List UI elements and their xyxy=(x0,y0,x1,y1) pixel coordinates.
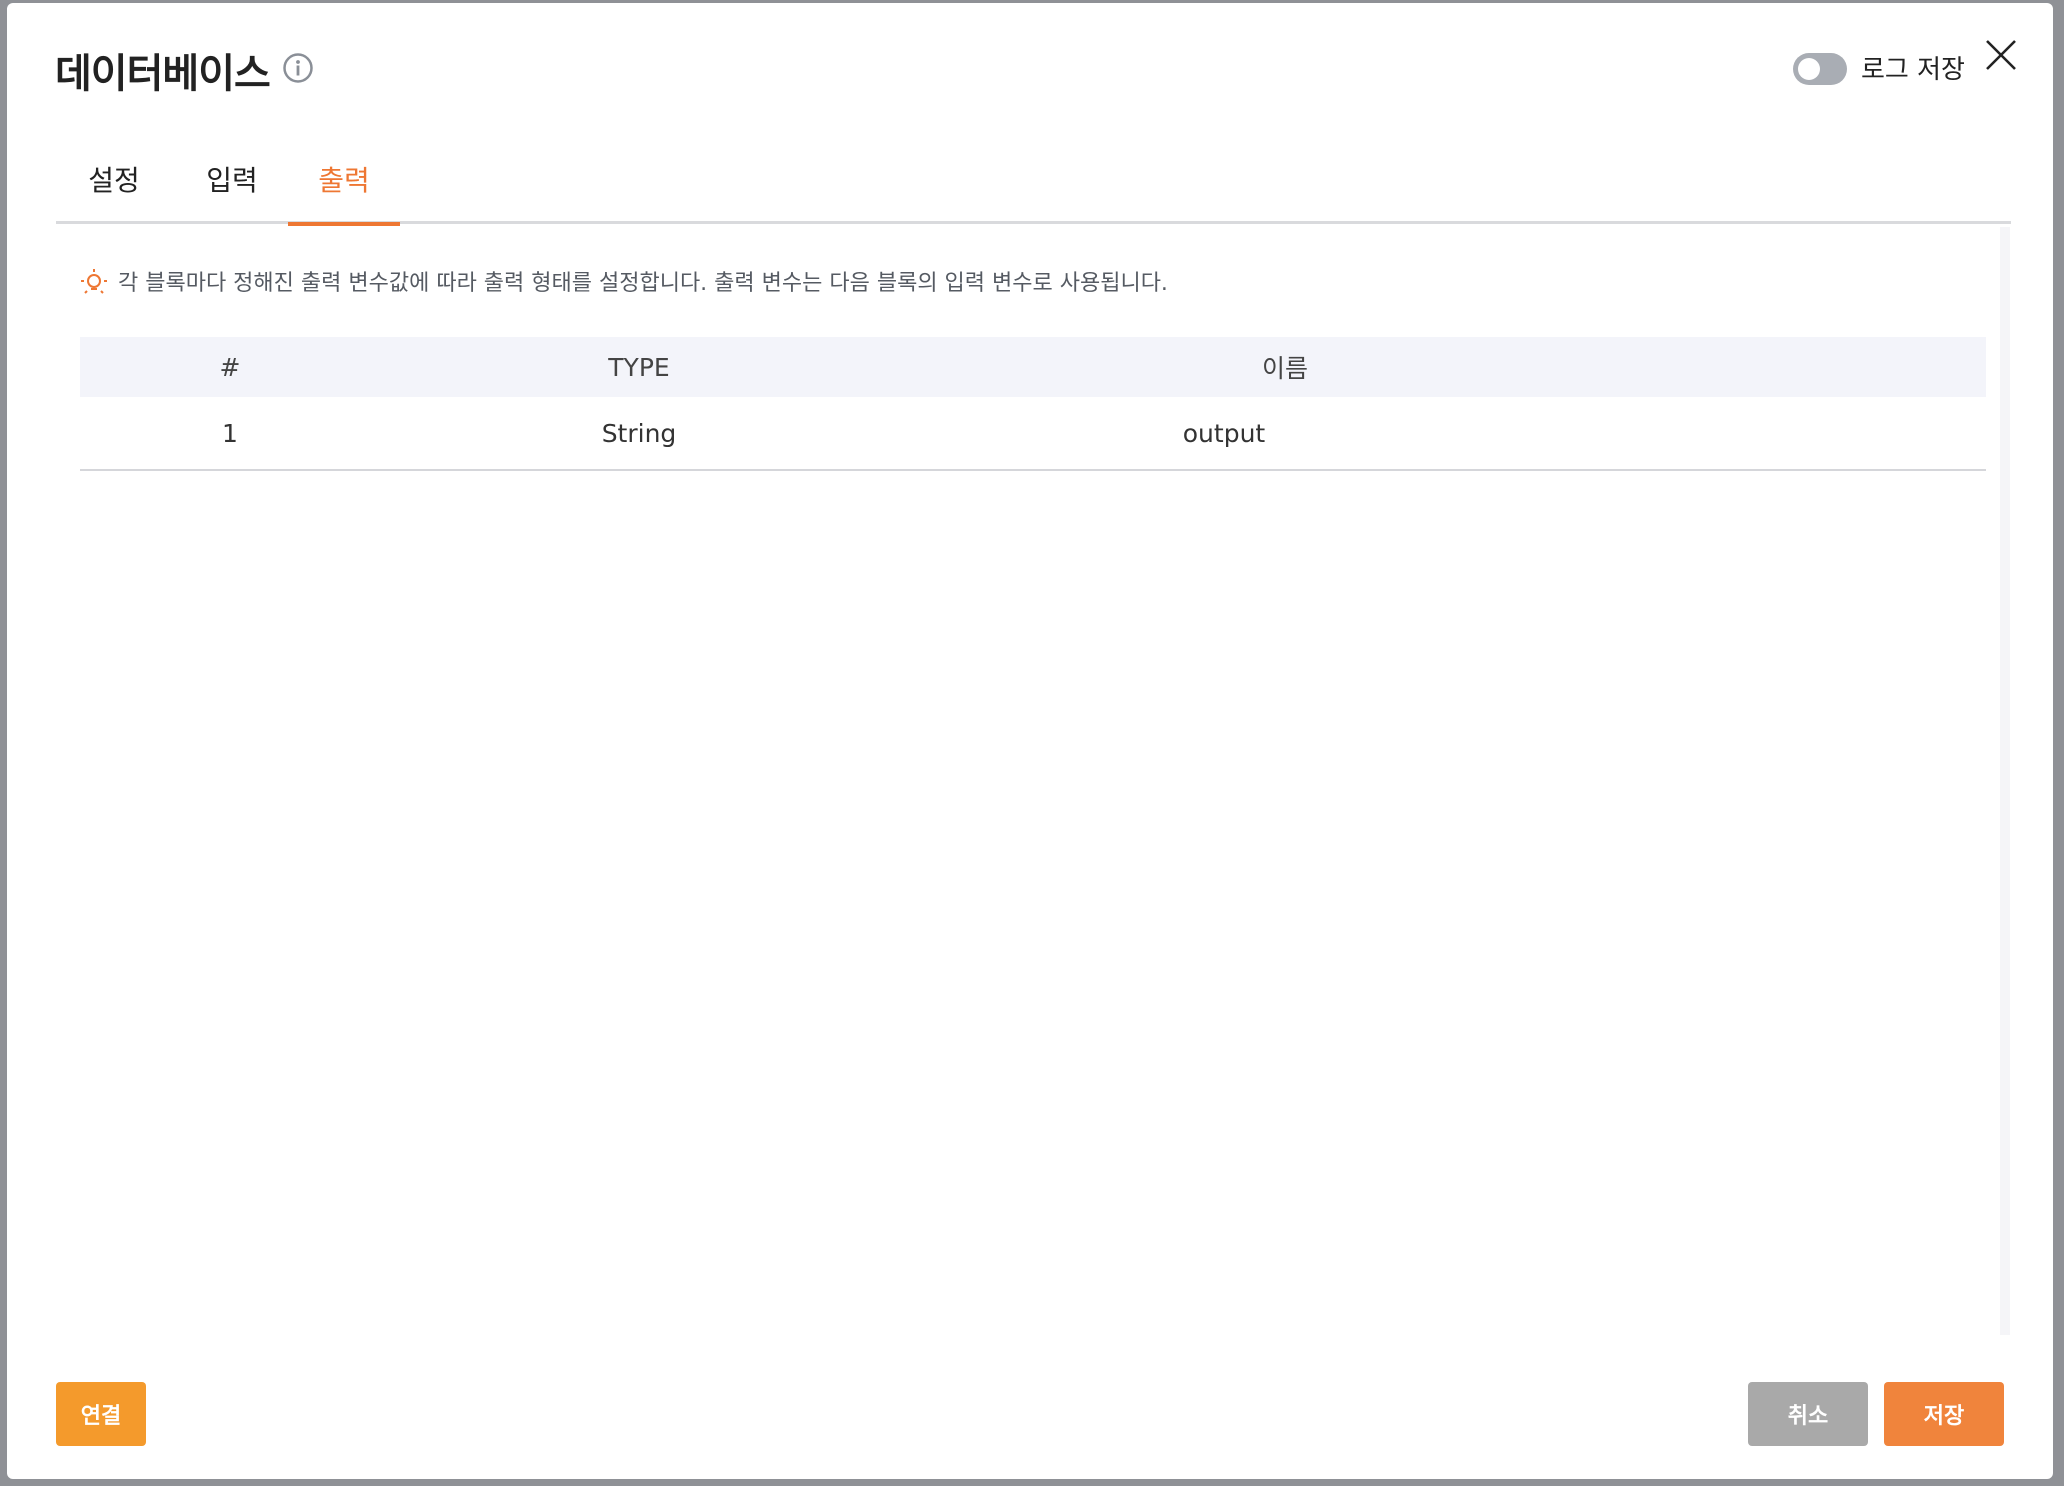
row-name: output xyxy=(1182,418,1266,448)
row-type: String xyxy=(601,418,677,448)
connect-button[interactable]: 연결 xyxy=(56,1382,146,1446)
log-save-label: 로그 저장 xyxy=(1861,55,1965,85)
output-hint-text: 각 블록마다 정해진 출력 변수값에 따라 출력 형태를 설정합니다. 출력 변… xyxy=(118,271,1168,296)
lightbulb-icon xyxy=(81,269,107,294)
content-scrollbar[interactable] xyxy=(2000,227,2010,1335)
info-icon[interactable] xyxy=(282,52,314,84)
close-icon[interactable] xyxy=(1983,37,2019,73)
table-header: # TYPE 이름 xyxy=(80,337,1986,397)
dialog-title: 데이터베이스 xyxy=(55,51,271,97)
tab-output[interactable]: 출력 xyxy=(288,151,400,226)
output-panel: 각 블록마다 정해진 출력 변수값에 따라 출력 형태를 설정합니다. 출력 변… xyxy=(56,225,1986,1335)
save-button[interactable]: 저장 xyxy=(1884,1382,2004,1446)
column-header-index: # xyxy=(219,352,241,382)
table-row[interactable]: 1 String output xyxy=(80,397,1986,471)
tab-settings[interactable]: 설정 xyxy=(70,151,158,224)
row-index: 1 xyxy=(222,418,238,448)
column-header-type: TYPE xyxy=(608,352,670,382)
column-header-name: 이름 xyxy=(1261,354,1308,383)
cancel-button[interactable]: 취소 xyxy=(1748,1382,1868,1446)
output-variables-table: # TYPE 이름 1 String output xyxy=(80,337,1986,471)
tab-bar: 설정 입력 출력 xyxy=(56,151,2011,226)
log-save-toggle[interactable] xyxy=(1793,53,1847,85)
toggle-knob xyxy=(1798,58,1820,80)
database-block-dialog: 데이터베이스 로그 저장 설정 입력 출력 각 블록마다 정해진 출력 변수값에… xyxy=(7,3,2053,1479)
tab-input[interactable]: 입력 xyxy=(182,151,282,224)
